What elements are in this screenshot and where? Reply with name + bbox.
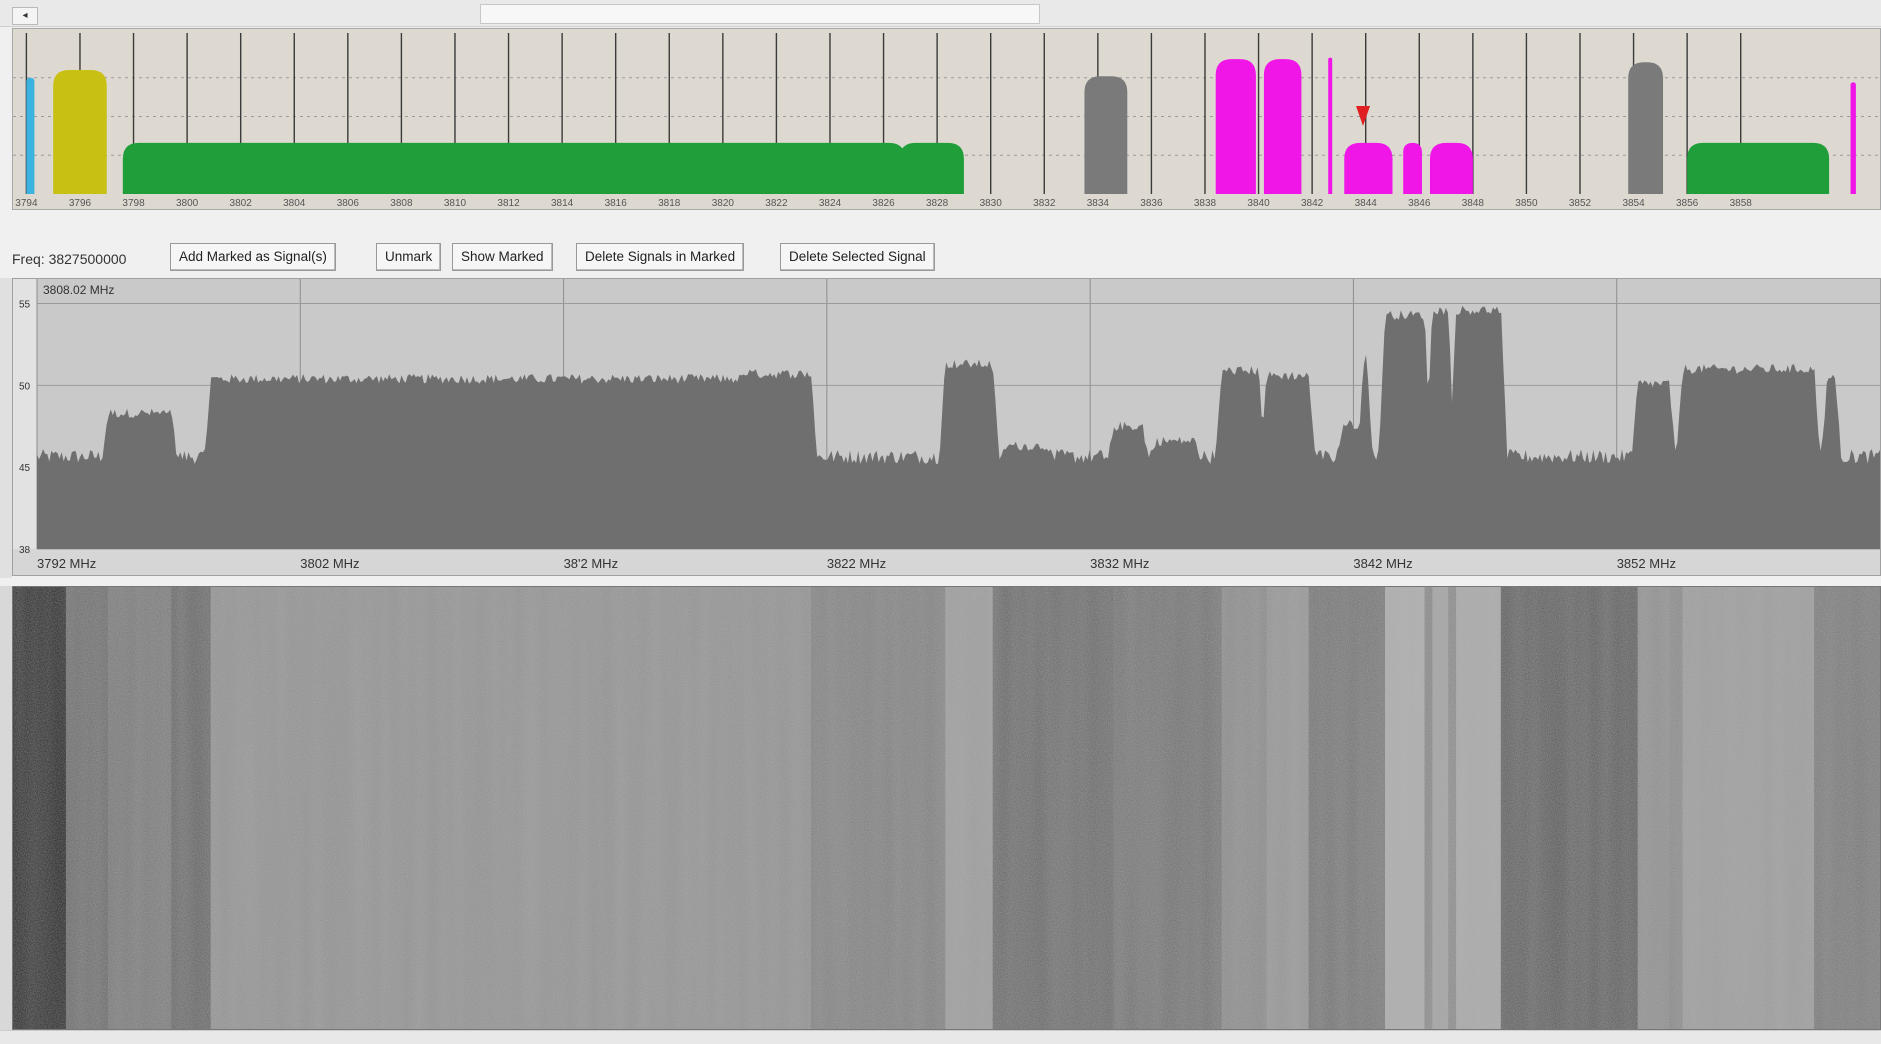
- signal-bar: [1403, 142, 1422, 194]
- signal-map-tick-label: 3840: [1247, 198, 1270, 209]
- signal-map-tick-label: 3816: [605, 198, 628, 209]
- signal-map-tick-label: 3834: [1087, 198, 1110, 209]
- spectrum-x-tick-label: 3832 MHz: [1090, 556, 1149, 571]
- signal-map-tick-label: 3856: [1676, 198, 1699, 209]
- signal-bar: [1687, 142, 1830, 194]
- signal-map-panel[interactable]: 3794 3796 3798 3800 3802 3804 3806 3808 3810 3812…: [12, 28, 1881, 210]
- waterfall-panel[interactable]: [12, 586, 1881, 1030]
- signal-bar: [1263, 59, 1302, 195]
- signal-map-tick-label: 3796: [69, 198, 92, 209]
- signal-map-tick-label: 3836: [1140, 198, 1163, 209]
- signal-map-tick-label: 3814: [551, 198, 574, 209]
- signal-map-tick-label: 3852: [1569, 198, 1592, 209]
- signal-map-tick-label: 3846: [1408, 198, 1431, 209]
- spectrum-x-tick-label: 38'2 MHz: [564, 556, 619, 571]
- signal-map-tick-label: 3820: [712, 198, 735, 209]
- spectrum-x-tick-label: 3792 MHz: [37, 556, 96, 571]
- signal-map-tick-label: 3808: [390, 198, 413, 209]
- delete-selected-signal-button[interactable]: Delete Selected Signal: [780, 243, 935, 271]
- signal-map-tick-label: 3828: [926, 198, 949, 209]
- signal-map-tick-label: 3850: [1515, 198, 1538, 209]
- signal-bar: [1344, 142, 1393, 194]
- waterfall-grain-overlay: [13, 587, 1880, 1029]
- spectrum-x-tick-label: 3842 MHz: [1353, 556, 1412, 571]
- spectrum-side-strip: [0, 278, 12, 578]
- spectrum-cursor-readout: 3808.02 MHz: [43, 283, 114, 297]
- signal-map-tick-label: 3832: [1033, 198, 1056, 209]
- signal-bar: [1084, 76, 1128, 194]
- spectrum-y-tick-label: 38: [19, 545, 31, 556]
- show-marked-button[interactable]: Show Marked: [452, 243, 553, 271]
- delete-signals-in-marked-button[interactable]: Delete Signals in Marked: [576, 243, 745, 271]
- spectrum-x-tick-label: 3802 MHz: [300, 556, 359, 571]
- signal-toolbar: Freq: 3827500000 Add Marked as Signal(s)…: [0, 238, 1881, 278]
- scroll-left-button[interactable]: ◂: [12, 7, 38, 25]
- spectrum-y-tick-label: 50: [19, 381, 31, 392]
- signal-map-chart[interactable]: 3794 3796 3798 3800 3802 3804 3806 3808 3810 3812…: [13, 29, 1880, 209]
- signal-map-tick-label: 3826: [872, 198, 895, 209]
- signal-map-tick-label: 3802: [230, 198, 253, 209]
- waterfall-chart[interactable]: [13, 587, 1880, 1029]
- signal-map-tick-label: 3854: [1622, 198, 1645, 209]
- signal-map-tick-label: 3830: [980, 198, 1003, 209]
- signal-bar: [122, 142, 905, 194]
- signal-map-tick-label: 3810: [444, 198, 467, 209]
- signal-map-tick-label: 3798: [122, 198, 145, 209]
- signal-bar: [1429, 142, 1473, 194]
- signal-map-tick-label: 3842: [1301, 198, 1324, 209]
- signal-map-tick-label: 3818: [658, 198, 681, 209]
- signal-map-tick-label: 3848: [1462, 198, 1485, 209]
- spectrum-x-tick-label: 3822 MHz: [827, 556, 886, 571]
- spectrum-y-tick-label: 55: [19, 300, 31, 311]
- signal-bar: [899, 142, 964, 194]
- scroll-thumb[interactable]: [480, 4, 1040, 24]
- spectrum-y-axis-strip: [13, 279, 37, 575]
- spectrum-x-axis-strip: [13, 549, 1880, 575]
- spectrum-y-tick-label: 45: [19, 463, 31, 474]
- signal-bar: [1628, 62, 1664, 194]
- add-marked-as-signal-button[interactable]: Add Marked as Signal(s): [170, 243, 336, 271]
- spectrum-chart[interactable]: 3792 MHz 3802 MHz 38'2 MHz 3822 MHz 3832 MHz…: [13, 279, 1880, 575]
- signal-bar: [53, 70, 107, 194]
- signal-map-tick-label: 3838: [1194, 198, 1217, 209]
- signal-map-tick-label: 3794: [15, 198, 38, 209]
- signal-map-tick-label: 3844: [1355, 198, 1378, 209]
- spectrum-x-tick-label: 3852 MHz: [1617, 556, 1676, 571]
- signal-map-tick-label: 3812: [497, 198, 520, 209]
- signal-bar: [1850, 82, 1856, 194]
- signal-map-tick-label: 3806: [337, 198, 360, 209]
- signal-map-tick-label: 3858: [1730, 198, 1753, 209]
- spectrum-panel[interactable]: 3792 MHz 3802 MHz 38'2 MHz 3822 MHz 3832 MHz…: [12, 278, 1881, 576]
- signal-map-tick-label: 3824: [819, 198, 842, 209]
- signal-map-tick-label: 3800: [176, 198, 199, 209]
- bottom-scrollbar[interactable]: [0, 1030, 1881, 1044]
- signal-map-tick-label: 3822: [765, 198, 788, 209]
- frequency-readout: Freq: 3827500000: [12, 251, 127, 267]
- waterfall-side-strip: [0, 586, 12, 1030]
- signal-map-tick-label: 3804: [283, 198, 306, 209]
- signal-bar: [1215, 59, 1256, 195]
- signal-bar: [1328, 57, 1333, 194]
- signal-bar: [26, 77, 35, 194]
- top-scrollbar[interactable]: ◂: [0, 0, 1881, 27]
- unmark-button[interactable]: Unmark: [376, 243, 442, 271]
